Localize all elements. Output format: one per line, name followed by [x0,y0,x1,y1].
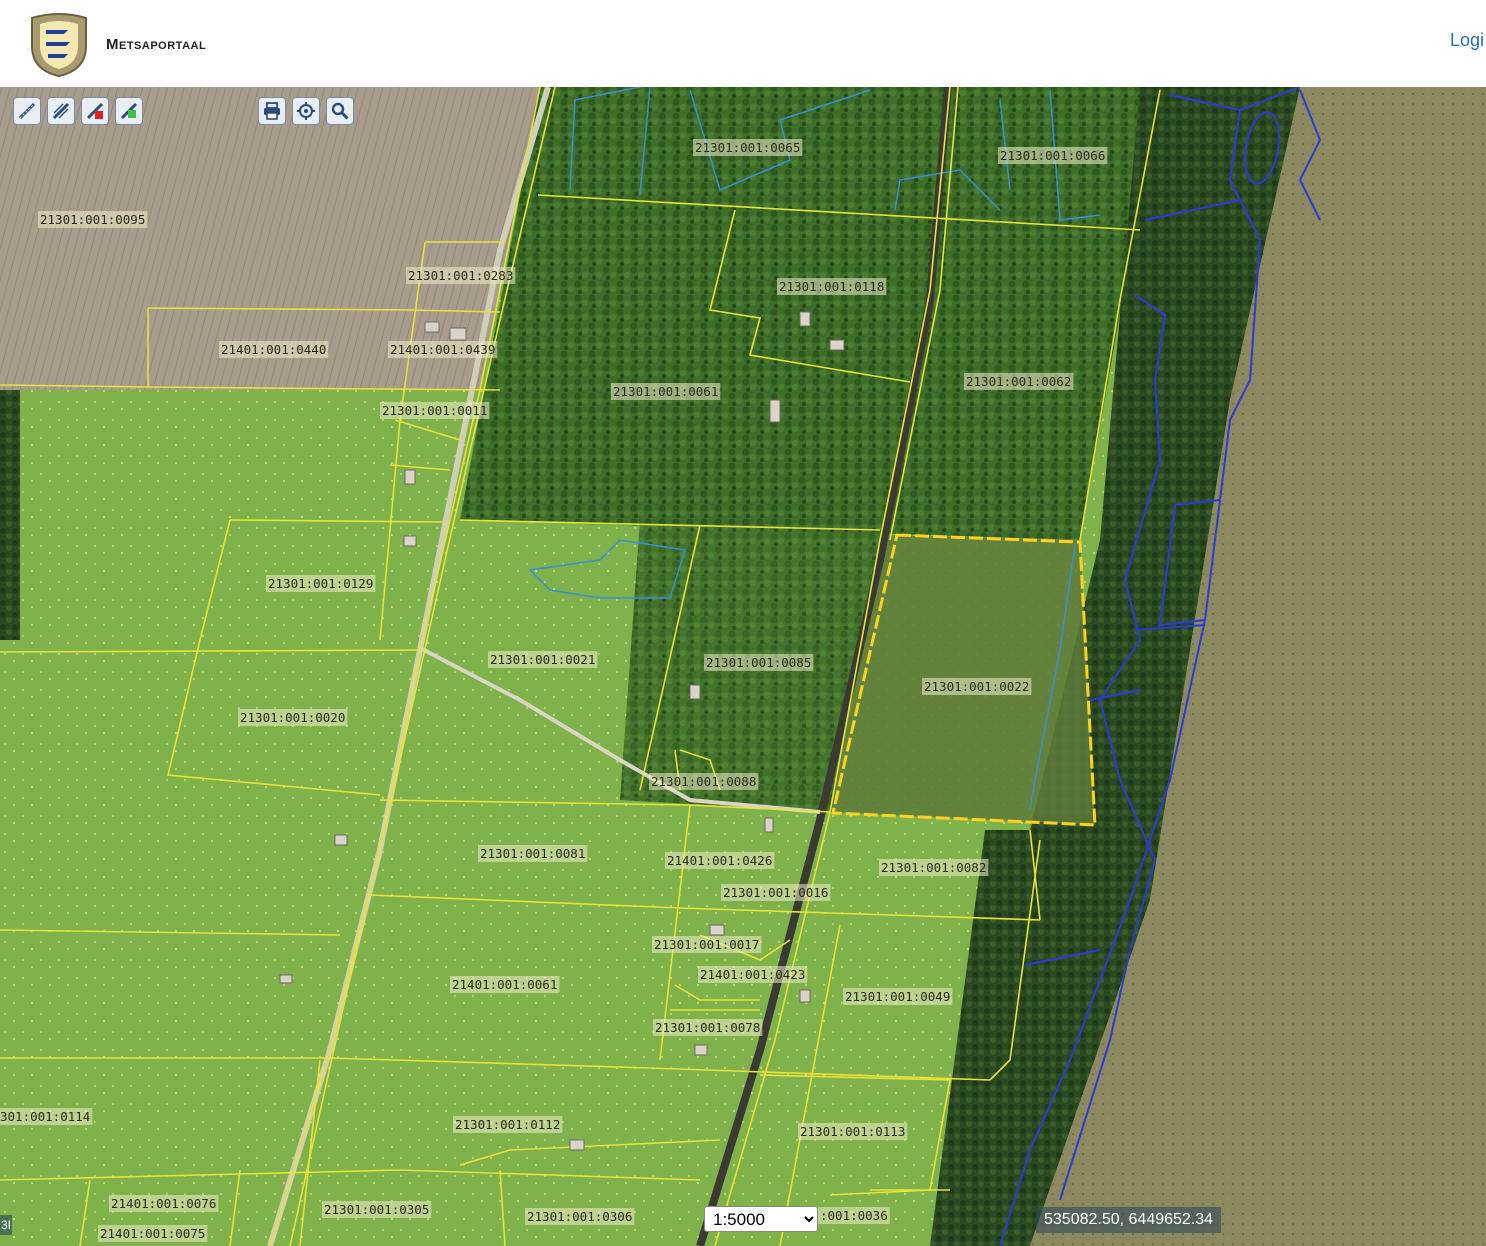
parcel-label[interactable]: 21301:001:0078 [655,1020,760,1035]
parcel-label[interactable]: 21401:001:0061 [452,977,557,992]
parcel-label[interactable]: 21301:001:0081 [480,846,585,861]
parcel-label[interactable]: 21301:001:0049 [845,989,950,1004]
parcel-label[interactable]: 21301:001:0020 [240,710,345,725]
parcel-label[interactable]: 21301:001:0066 [1000,148,1105,163]
aerial-imagery-layer[interactable]: 21301:001:0095 21301:001:0065 21301:001:… [0,87,1486,1246]
parcel-label[interactable]: 21301:001:0016 [723,885,828,900]
estonian-coat-of-arms-logo [31,13,87,78]
ruler-icon [18,102,36,120]
parcel-label[interactable]: 21301:001:0283 [408,268,513,283]
parcel-label[interactable]: 21301:001:0065 [695,140,800,155]
scale-select[interactable]: 1:5000 [704,1206,818,1232]
parcel-label[interactable]: 21301:001:0061 [613,384,718,399]
parcel-label[interactable]: 21301:001:0113 [800,1124,905,1139]
measure-line-tool[interactable] [13,97,41,125]
parcel-label[interactable]: 21301:001:0129 [268,576,373,591]
map-viewport[interactable]: 21301:001:0095 21301:001:0065 21301:001:… [0,87,1486,1246]
print-button[interactable] [258,97,286,125]
cursor-coordinates: 535082.50, 6449652.34 [1036,1207,1222,1233]
parcel-label[interactable]: 21401:001:0075 [100,1226,205,1241]
area-measure-icon [52,102,70,120]
parcel-label[interactable]: 21401:001:0440 [221,342,326,357]
measure-area-tool[interactable] [47,97,75,125]
parcel-label[interactable]: 21401:001:0076 [111,1196,216,1211]
parcel-label[interactable]: 21301:001:0095 [40,212,145,227]
app-header: Metsaportaal Logi [0,0,1486,88]
parcel-label[interactable]: 21301:001:0305 [324,1202,429,1217]
parcel-label[interactable]: 21401:001:0426 [667,853,772,868]
draw-green-tool[interactable] [115,97,143,125]
parcel-label[interactable]: 21301:001:0062 [966,374,1071,389]
parcel-label[interactable]: :001:0036 [820,1208,888,1223]
parcel-label[interactable]: 21401:001:0439 [390,342,495,357]
crosshair-icon [297,102,315,120]
drawing-toolbar [13,97,143,125]
parcel-label[interactable]: 21301:001:0082 [881,860,986,875]
login-link[interactable]: Logi [1450,30,1484,51]
printer-icon [264,102,280,120]
app-brand: Metsaportaal [106,36,207,53]
parcel-label[interactable]: 21301:001:0021 [490,652,595,667]
parcel-label[interactable]: 21401:001:0423 [700,967,805,982]
parcel-label[interactable]: 21301:001:0011 [382,403,487,418]
parcel-label[interactable]: 21301:001:0118 [779,279,884,294]
draw-marker-red-icon [86,102,104,120]
parcel-label[interactable]: 21301:001:0088 [651,774,756,789]
parcel-label[interactable]: 21301:001:0017 [654,937,759,952]
parcel-label[interactable]: 21301:001:0112 [455,1117,560,1132]
search-button[interactable] [326,97,354,125]
map-toolbar [258,97,354,125]
parcel-label[interactable]: 21301:001:0306 [527,1209,632,1224]
magnifier-icon [331,102,349,120]
parcel-label[interactable]: 21301:001:0085 [706,655,811,670]
locate-button[interactable] [292,97,320,125]
draw-red-tool[interactable] [81,97,109,125]
parcel-label[interactable]: 301:001:0114 [0,1109,90,1124]
map-attribution[interactable]: 3I [0,1215,12,1235]
draw-marker-green-icon [120,102,138,120]
parcel-label[interactable]: 21301:001:0022 [924,679,1029,694]
